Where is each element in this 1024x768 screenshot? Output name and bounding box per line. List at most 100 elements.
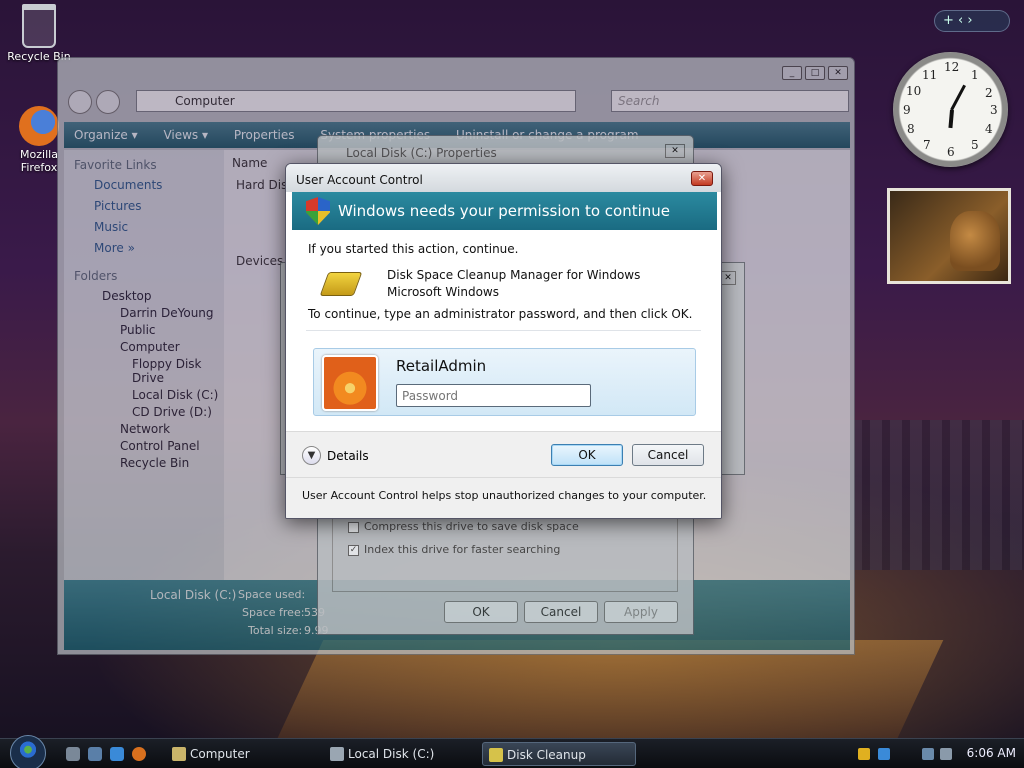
uac-instruction: To continue, type an administrator passw… xyxy=(308,307,693,321)
clock-numeral: 1 xyxy=(971,68,979,82)
user-avatar xyxy=(322,355,378,411)
tree-item-public[interactable]: Public xyxy=(120,323,224,337)
tree-item-cd-drive[interactable]: CD Drive (D:) xyxy=(132,405,224,419)
clock-numeral: 7 xyxy=(923,138,931,152)
properties-title: Local Disk (C:) Properties xyxy=(346,146,497,160)
wallpaper-bridge xyxy=(276,640,944,740)
clock-numeral: 5 xyxy=(971,138,979,152)
tree-item-floppy[interactable]: Floppy Disk Drive xyxy=(132,357,224,385)
disk-cleanup-icon xyxy=(319,272,363,296)
clock-numeral: 11 xyxy=(922,68,938,82)
taskbar: Computer Local Disk (C:) Prop... Disk Cl… xyxy=(0,735,1024,768)
column-header-name[interactable]: Name xyxy=(232,156,267,170)
close-icon[interactable]: ✕ xyxy=(691,171,713,186)
sidebar-controls[interactable]: + ‹ › xyxy=(934,10,1010,32)
clock-numeral: 12 xyxy=(944,60,960,74)
volume-icon[interactable] xyxy=(940,748,952,760)
security-shield-icon[interactable] xyxy=(858,748,870,760)
wallpaper-city xyxy=(850,420,1024,570)
desktop-icon-recycle-bin[interactable]: Recycle Bin xyxy=(4,4,74,63)
maximize-icon[interactable]: □ xyxy=(805,66,825,80)
navigation-pane: Favorite Links Documents Pictures Music … xyxy=(64,150,224,580)
close-icon[interactable]: ✕ xyxy=(828,66,848,80)
clock-numeral: 6 xyxy=(947,145,955,159)
folder-icon xyxy=(172,747,186,761)
index-checkbox[interactable]: ✓ Index this drive for faster searching xyxy=(348,543,560,556)
program-publisher: Microsoft Windows xyxy=(387,285,499,299)
tree-item-local-disk[interactable]: Local Disk (C:) xyxy=(132,388,224,402)
details-space-used-label: Space used: xyxy=(238,588,306,601)
favorite-link-music[interactable]: Music xyxy=(94,220,224,234)
cancel-button[interactable]: Cancel xyxy=(524,601,598,623)
views-button[interactable]: Views ▾ xyxy=(163,128,208,142)
close-icon[interactable]: ✕ xyxy=(720,271,736,285)
clock-time[interactable]: 6:06 AM xyxy=(967,746,1016,760)
cancel-button[interactable]: Cancel xyxy=(632,444,704,466)
taskbar-item-label: Computer xyxy=(190,747,250,761)
clock-gadget: 12 1 2 3 4 5 6 7 8 9 10 11 xyxy=(893,52,1008,167)
uac-footer: ▼ Details OK Cancel User Account Control… xyxy=(286,431,721,518)
index-label: Index this drive for faster searching xyxy=(364,543,561,556)
start-button[interactable] xyxy=(10,735,46,768)
address-text: Computer xyxy=(175,94,235,108)
clock-hour-hand xyxy=(948,109,954,129)
credential-tile[interactable]: RetailAdmin xyxy=(313,348,696,416)
window-controls: _ □ ✕ xyxy=(782,66,848,80)
favorite-link-more[interactable]: More » xyxy=(94,241,224,255)
tree-item-network[interactable]: Network xyxy=(120,422,224,436)
details-total-size-label: Total size: xyxy=(248,624,303,637)
internet-explorer-icon[interactable] xyxy=(110,747,124,761)
properties-button[interactable]: Properties xyxy=(234,128,295,142)
show-desktop-icon[interactable] xyxy=(66,747,80,761)
network-icon[interactable] xyxy=(922,748,934,760)
drive-icon xyxy=(330,747,344,761)
favorite-links-header: Favorite Links xyxy=(74,158,157,172)
compress-checkbox[interactable]: Compress this drive to save disk space xyxy=(348,520,579,533)
details-space-free-label: Space free: xyxy=(242,606,305,619)
taskbar-item-properties[interactable]: Local Disk (C:) Prop... xyxy=(324,742,476,766)
firefox-icon xyxy=(19,106,59,146)
uac-intro-text: If you started this action, continue. xyxy=(308,242,519,256)
slideshow-gadget xyxy=(887,188,1011,284)
divider xyxy=(306,330,701,331)
group-devices: Devices xyxy=(236,254,284,268)
address-bar[interactable]: Computer xyxy=(136,90,576,112)
compress-label: Compress this drive to save disk space xyxy=(364,520,579,533)
recycle-bin-icon xyxy=(22,4,56,48)
tree-item-computer[interactable]: Computer xyxy=(120,340,224,354)
details-toggle[interactable]: ▼ Details xyxy=(302,446,369,465)
taskbar-item-label: Disk Cleanup Options xyxy=(507,748,586,762)
ok-button[interactable]: OK xyxy=(551,444,623,466)
lion-photo xyxy=(950,211,1000,271)
uac-title: User Account Control xyxy=(286,164,721,192)
ok-button[interactable]: OK xyxy=(444,601,518,623)
navigation-bar: Computer Search xyxy=(66,88,849,114)
taskbar-item-disk-cleanup[interactable]: Disk Cleanup Options xyxy=(482,742,636,766)
close-icon[interactable]: ✕ xyxy=(665,144,685,158)
tree-item-user[interactable]: Darrin DeYoung xyxy=(120,306,224,320)
apply-button[interactable]: Apply xyxy=(604,601,678,623)
security-shield-icon xyxy=(306,197,330,225)
disk-cleanup-icon xyxy=(489,748,503,762)
checkbox-box xyxy=(348,521,359,533)
firefox-icon[interactable] xyxy=(132,747,146,761)
password-input[interactable] xyxy=(396,384,591,407)
back-button[interactable] xyxy=(68,90,92,114)
forward-button[interactable] xyxy=(96,90,120,114)
folders-header[interactable]: Folders xyxy=(74,269,224,283)
details-drive-name: Local Disk (C:) xyxy=(150,588,237,602)
taskbar-item-computer[interactable]: Computer xyxy=(166,742,316,766)
clock-numeral: 2 xyxy=(985,86,993,100)
switch-windows-icon[interactable] xyxy=(88,747,102,761)
search-input[interactable]: Search xyxy=(611,90,849,112)
favorite-link-pictures[interactable]: Pictures xyxy=(94,199,224,213)
details-label: Details xyxy=(327,448,369,463)
language-icon[interactable] xyxy=(878,748,890,760)
explorer-titlebar[interactable] xyxy=(58,58,854,86)
favorite-link-documents[interactable]: Documents xyxy=(94,178,224,192)
tree-item-desktop[interactable]: Desktop xyxy=(102,289,224,303)
tree-item-control-panel[interactable]: Control Panel xyxy=(120,439,224,453)
organize-button[interactable]: Organize ▾ xyxy=(74,128,138,142)
tree-item-recycle-bin[interactable]: Recycle Bin xyxy=(120,456,224,470)
minimize-icon[interactable]: _ xyxy=(782,66,802,80)
